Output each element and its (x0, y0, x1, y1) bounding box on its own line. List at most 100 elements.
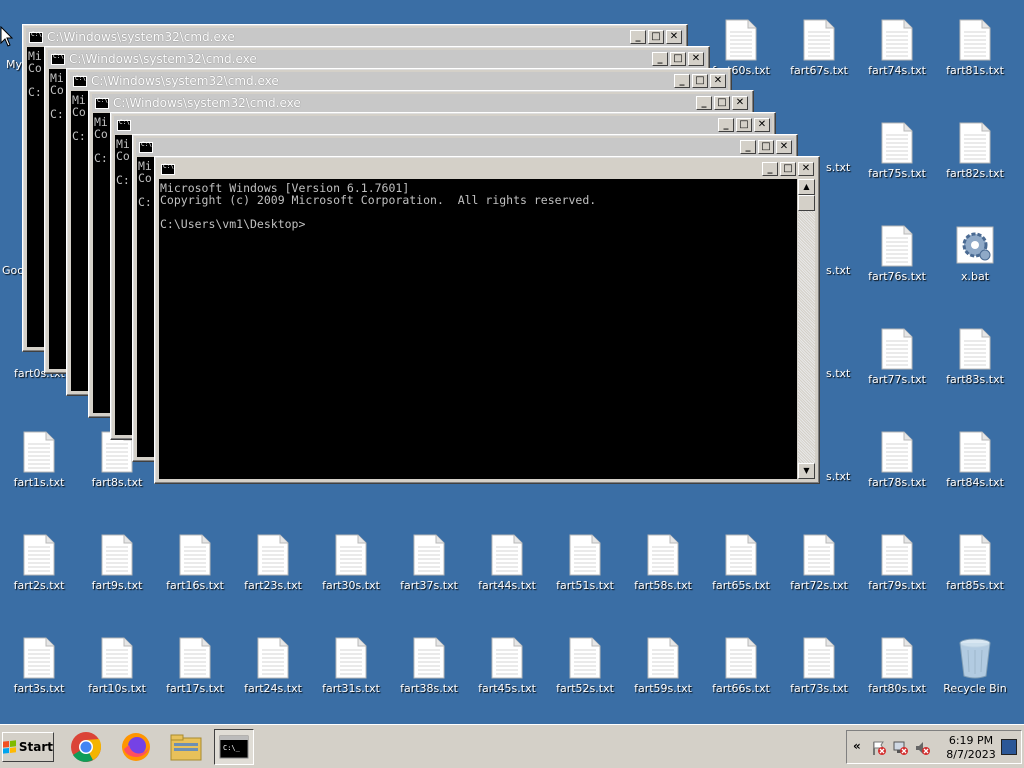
console-line: Co (116, 149, 130, 163)
volume-muted-icon[interactable] (915, 740, 931, 756)
desktop-icon[interactable]: fart85s.txt (938, 523, 1012, 613)
desktop-icon[interactable]: fart59s.txt (626, 626, 700, 716)
start-button[interactable]: Start (2, 732, 54, 762)
desktop-icon[interactable]: fart10s.txt (80, 626, 154, 716)
desktop-icon[interactable]: fart66s.txt (704, 626, 778, 716)
desktop-icon[interactable]: fart78s.txt (860, 420, 934, 510)
desktop-icon[interactable]: fart45s.txt (470, 626, 544, 716)
desktop-icon[interactable]: fart31s.txt (314, 626, 388, 716)
console-output[interactable]: Microsoft Windows [Version 6.1.7601] Cop… (159, 179, 797, 233)
desktop-icon[interactable]: fart82s.txt (938, 111, 1012, 201)
cmd-app-icon[interactable] (117, 119, 131, 131)
window-titlebar[interactable]: C:\Windows\system32\cmd.exe _□✕ (70, 72, 728, 90)
desktop-icon[interactable]: fart3s.txt (2, 626, 76, 716)
close-button[interactable]: ✕ (732, 96, 748, 110)
window-titlebar[interactable]: C:\Windows\system32\cmd.exe _□✕ (48, 50, 706, 68)
maximize-button[interactable]: □ (714, 96, 730, 110)
desktop-icon[interactable]: fart38s.txt (392, 626, 466, 716)
desktop-icon[interactable]: fart77s.txt (860, 317, 934, 407)
close-button[interactable]: ✕ (798, 162, 814, 176)
console-line: Co (28, 61, 42, 75)
cmd-app-icon[interactable] (29, 31, 43, 43)
minimize-button[interactable]: _ (652, 52, 668, 66)
desktop-icon[interactable]: fart81s.txt (938, 8, 1012, 98)
desktop-icon[interactable]: fart75s.txt (860, 111, 934, 201)
taskbar-cmd-button[interactable]: C:\_ (214, 729, 254, 765)
desktop-icon[interactable]: fart84s.txt (938, 420, 1012, 510)
text-file-icon (959, 328, 991, 370)
cmd-app-icon[interactable] (139, 141, 153, 153)
desktop-icon[interactable]: fart2s.txt (2, 523, 76, 613)
close-button[interactable]: ✕ (688, 52, 704, 66)
maximize-button[interactable]: □ (780, 162, 796, 176)
close-button[interactable]: ✕ (666, 30, 682, 44)
desktop-icon-label: fart72s.txt (790, 579, 848, 592)
console-line: Copyright (c) 2009 Microsoft Corporation… (160, 193, 597, 207)
desktop-icon-label: fart73s.txt (790, 682, 848, 695)
cmd-window-active[interactable]: _□✕Microsoft Windows [Version 6.1.7601] … (154, 156, 820, 484)
console-line: C:\Users\vm1\Desktop> (160, 217, 306, 231)
minimize-button[interactable]: _ (696, 96, 712, 110)
action-center-flag-icon[interactable] (871, 740, 887, 756)
desktop-icon[interactable]: fart30s.txt (314, 523, 388, 613)
cmd-app-icon[interactable] (95, 97, 109, 109)
taskbar-explorer-button[interactable] (166, 729, 206, 765)
desktop-icon[interactable]: fart76s.txt (860, 214, 934, 304)
desktop-icon[interactable]: fart83s.txt (938, 317, 1012, 407)
desktop-icon[interactable]: fart16s.txt (158, 523, 232, 613)
network-icon[interactable] (893, 740, 909, 756)
scroll-thumb[interactable] (798, 195, 815, 211)
desktop-icon[interactable]: fart67s.txt (782, 8, 856, 98)
minimize-button[interactable]: _ (740, 140, 756, 154)
close-button[interactable]: ✕ (710, 74, 726, 88)
maximize-button[interactable]: □ (648, 30, 664, 44)
tray-expand-icon[interactable]: « (853, 739, 861, 753)
show-desktop-icon[interactable] (1001, 739, 1017, 755)
console-area[interactable]: Microsoft Windows [Version 6.1.7601] Cop… (159, 179, 797, 479)
window-titlebar[interactable]: _□✕ (158, 160, 816, 178)
window-titlebar[interactable]: _□✕ (114, 116, 772, 134)
maximize-button[interactable]: □ (758, 140, 774, 154)
cmd-app-icon[interactable] (73, 75, 87, 87)
maximize-button[interactable]: □ (736, 118, 752, 132)
window-titlebar[interactable]: C:\Windows\system32\cmd.exe _□✕ (26, 28, 684, 46)
desktop-icon[interactable]: fart23s.txt (236, 523, 310, 613)
desktop-icon[interactable]: fart74s.txt (860, 8, 934, 98)
scroll-up-button[interactable]: ▲ (798, 179, 815, 195)
minimize-button[interactable]: _ (762, 162, 778, 176)
window-titlebar[interactable]: _□✕ (136, 138, 794, 156)
desktop-icon[interactable]: fart1s.txt (2, 420, 76, 510)
close-button[interactable]: ✕ (776, 140, 792, 154)
maximize-button[interactable]: □ (692, 74, 708, 88)
minimize-button[interactable]: _ (674, 74, 690, 88)
desktop-icon[interactable]: fart72s.txt (782, 523, 856, 613)
taskbar-chrome-button[interactable] (66, 729, 106, 765)
desktop-icon-label: fart30s.txt (322, 579, 380, 592)
desktop-icon[interactable]: fart44s.txt (470, 523, 544, 613)
desktop-icon[interactable]: fart51s.txt (548, 523, 622, 613)
maximize-button[interactable]: □ (670, 52, 686, 66)
desktop-icon[interactable]: fart80s.txt (860, 626, 934, 716)
desktop-icon[interactable]: fart65s.txt (704, 523, 778, 613)
scroll-down-button[interactable]: ▼ (798, 463, 815, 479)
text-file-icon (23, 431, 55, 473)
desktop-icon[interactable]: fart37s.txt (392, 523, 466, 613)
desktop-icon[interactable]: fart73s.txt (782, 626, 856, 716)
desktop-icon[interactable]: fart9s.txt (80, 523, 154, 613)
vertical-scrollbar[interactable]: ▲▼ (798, 179, 815, 479)
taskbar-firefox-button[interactable] (116, 729, 156, 765)
desktop-icon[interactable]: fart58s.txt (626, 523, 700, 613)
desktop-icon[interactable]: Recycle Bin (938, 626, 1012, 716)
clock[interactable]: 6:19 PM 8/7/2023 (943, 734, 999, 762)
desktop-icon[interactable]: fart24s.txt (236, 626, 310, 716)
desktop-icon[interactable]: x.bat (938, 214, 1012, 304)
window-titlebar[interactable]: C:\Windows\system32\cmd.exe _□✕ (92, 94, 750, 112)
cmd-app-icon[interactable] (161, 163, 175, 175)
close-button[interactable]: ✕ (754, 118, 770, 132)
cmd-app-icon[interactable] (51, 53, 65, 65)
desktop-icon[interactable]: fart52s.txt (548, 626, 622, 716)
desktop-icon[interactable]: fart79s.txt (860, 523, 934, 613)
minimize-button[interactable]: _ (718, 118, 734, 132)
minimize-button[interactable]: _ (630, 30, 646, 44)
desktop-icon[interactable]: fart17s.txt (158, 626, 232, 716)
